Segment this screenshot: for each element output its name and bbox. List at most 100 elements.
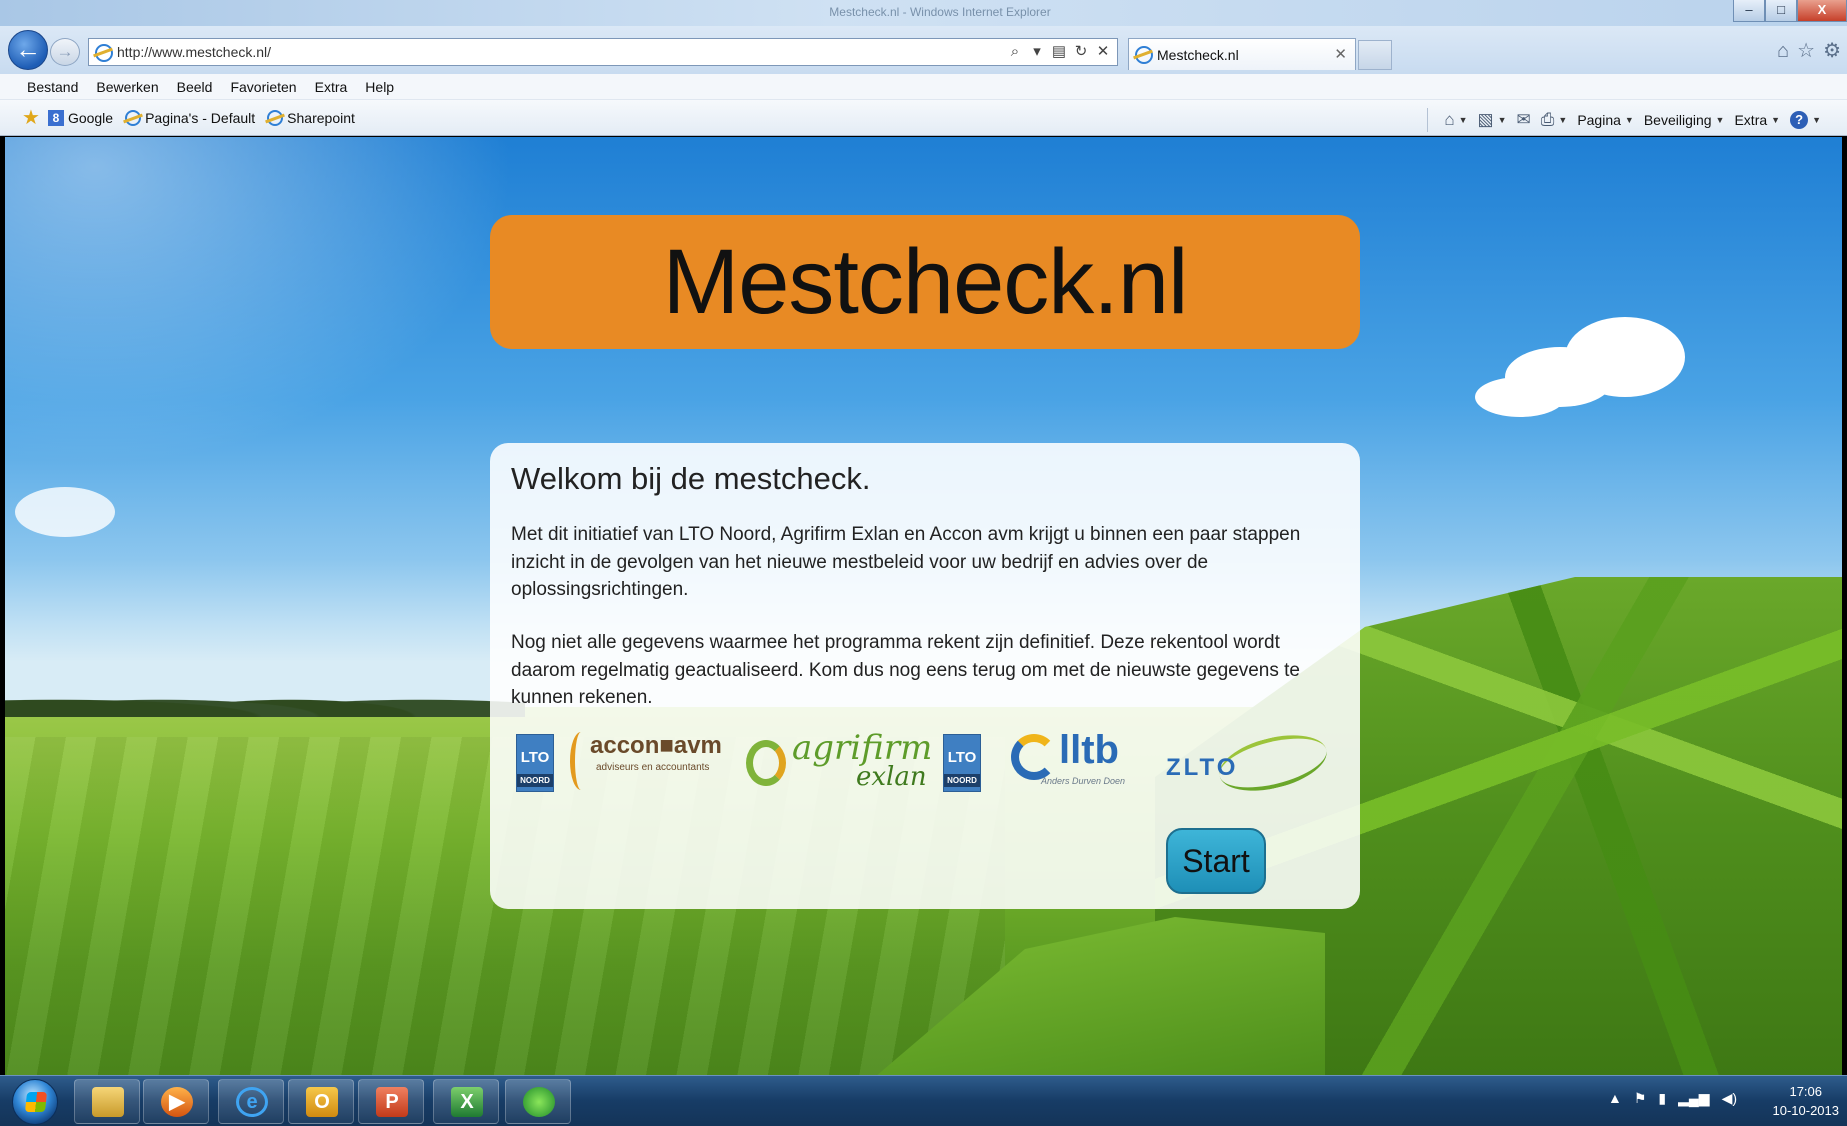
folder-icon: [92, 1087, 124, 1117]
system-tray: ▲ ⚑ ▮ ▂▄▆ ◀): [1608, 1090, 1737, 1107]
tab-label: Mestcheck.nl: [1157, 47, 1239, 63]
tab-mestcheck[interactable]: Mestcheck.nl ✕: [1128, 38, 1356, 70]
favorites-links: ★ 8 Google Pagina's - Default Sharepoint: [22, 108, 367, 128]
address-bar[interactable]: ⌕ ▾ ▤ ↻ ✕: [88, 38, 1118, 66]
search-dropdown-icon[interactable]: ▾: [1029, 42, 1045, 62]
welcome-heading: Welkom bij de mestcheck.: [511, 461, 871, 496]
page-viewport: Mestcheck.nl Welkom bij de mestcheck. Me…: [5, 137, 1842, 1075]
agrifirm-mark-icon: [746, 740, 786, 786]
menu-extra[interactable]: Extra: [306, 79, 357, 95]
forward-button[interactable]: →: [50, 38, 80, 66]
title-bar: Mestcheck.nl - Windows Internet Explorer…: [0, 0, 1847, 26]
chevron-down-icon[interactable]: ▼: [1812, 115, 1821, 125]
background-cloud: [1565, 317, 1685, 397]
divider: [1427, 108, 1429, 132]
favorite-sharepoint[interactable]: Sharepoint: [267, 110, 355, 126]
taskbar-excel[interactable]: X: [433, 1079, 499, 1124]
browser-toolbar-right: ⌂ ☆ ⚙: [1777, 40, 1841, 62]
page-menu[interactable]: Pagina: [1577, 112, 1621, 128]
accon-avm-logo: accon■avm adviseurs en accountants: [570, 730, 730, 794]
start-button[interactable]: Start: [1166, 828, 1266, 894]
help-icon[interactable]: ?: [1790, 111, 1809, 129]
ie-page-icon: [1135, 46, 1153, 64]
search-icon[interactable]: ⌕: [1007, 42, 1023, 62]
maximize-button[interactable]: □: [1765, 0, 1797, 22]
chevron-down-icon[interactable]: ▼: [1771, 115, 1780, 125]
back-arrow-icon: ←: [15, 34, 41, 64]
green-globe-icon: [523, 1087, 555, 1117]
menu-bar: Bestand Bewerken Beeld Favorieten Extra …: [0, 74, 1847, 100]
tab-close-icon[interactable]: ✕: [1334, 45, 1347, 63]
close-window-button[interactable]: X: [1797, 0, 1847, 22]
menu-favorieten[interactable]: Favorieten: [221, 79, 305, 95]
window-controls: – □ X: [1733, 0, 1847, 22]
lto-noord-logo: LTO NOORD: [516, 734, 554, 792]
taskbar-internet-explorer[interactable]: e: [218, 1079, 284, 1124]
refresh-icon[interactable]: ↻: [1073, 42, 1089, 62]
ie-page-icon: [95, 44, 113, 62]
lltb-mark-icon: [1011, 734, 1057, 780]
welcome-panel: Welkom bij de mestcheck. Met dit initiat…: [490, 443, 1360, 909]
mail-icon[interactable]: ✉: [1517, 110, 1531, 130]
show-hidden-icons-icon[interactable]: ▲: [1608, 1090, 1622, 1107]
home-icon[interactable]: ⌂: [1444, 110, 1454, 130]
powerpoint-icon: P: [376, 1087, 408, 1117]
compatibility-view-icon[interactable]: ▤: [1051, 42, 1067, 62]
chevron-down-icon[interactable]: ▼: [1716, 115, 1725, 125]
back-button[interactable]: ←: [8, 30, 48, 70]
taskbar-outlook[interactable]: O: [288, 1079, 354, 1124]
menu-bewerken[interactable]: Bewerken: [87, 79, 167, 95]
chevron-down-icon[interactable]: ▼: [1498, 115, 1507, 125]
internet-explorer-icon: e: [236, 1087, 268, 1117]
taskbar-clock[interactable]: 17:06 10-10-2013: [1773, 1082, 1840, 1120]
intro-paragraph: Met dit initiatief van LTO Noord, Agrifi…: [511, 524, 1301, 600]
gear-icon[interactable]: ⚙: [1823, 40, 1841, 62]
site-title: Mestcheck.nl: [662, 230, 1189, 333]
chevron-down-icon[interactable]: ▼: [1459, 115, 1468, 125]
favorite-paginas-default[interactable]: Pagina's - Default: [125, 110, 255, 126]
star-icon[interactable]: ☆: [1797, 40, 1815, 62]
taskbar-green-app[interactable]: [505, 1079, 571, 1124]
network-icon[interactable]: ▂▄▆: [1678, 1090, 1709, 1107]
home-icon[interactable]: ⌂: [1777, 40, 1789, 62]
favorite-google[interactable]: 8 Google: [47, 110, 113, 126]
taskbar-powerpoint[interactable]: P: [358, 1079, 424, 1124]
minimize-button[interactable]: –: [1733, 0, 1765, 22]
menu-bestand[interactable]: Bestand: [18, 79, 87, 95]
menu-beeld[interactable]: Beeld: [168, 79, 222, 95]
menu-help[interactable]: Help: [356, 79, 403, 95]
chevron-down-icon[interactable]: ▼: [1558, 115, 1567, 125]
site-header-banner: Mestcheck.nl: [490, 215, 1360, 349]
windows-start-button[interactable]: [12, 1079, 58, 1125]
agrifirm-exlan-logo: agrifirm exlan: [746, 728, 932, 794]
print-icon[interactable]: ⎙: [1541, 110, 1555, 130]
stop-icon[interactable]: ✕: [1095, 42, 1111, 62]
zlto-logo: ZLTO: [1166, 725, 1336, 801]
taskbar-explorer[interactable]: [74, 1079, 140, 1124]
window-title: Mestcheck.nl - Windows Internet Explorer: [829, 5, 1051, 19]
taskbar-media-player[interactable]: ▶: [143, 1079, 209, 1124]
address-input[interactable]: [117, 39, 1017, 65]
windows-taskbar: ▶ e O P X ▲ ⚑ ▮ ▂▄▆ ◀) 17:06 10-10-2013: [0, 1075, 1847, 1126]
clock-date: 10-10-2013: [1772, 1103, 1840, 1118]
favorite-label: Pagina's - Default: [145, 110, 256, 126]
outlook-icon: O: [306, 1087, 338, 1117]
action-center-flag-icon[interactable]: ⚑: [1634, 1090, 1647, 1107]
new-tab-button[interactable]: [1358, 40, 1392, 70]
clock-time: 17:06: [1789, 1084, 1823, 1099]
accon-swoosh-icon: [570, 732, 592, 790]
favorites-star-icon[interactable]: ★: [22, 108, 40, 128]
ie-page-icon: [125, 110, 142, 126]
lltb-logo: lltb Anders Durven Doen: [1011, 728, 1141, 794]
power-icon[interactable]: ▮: [1658, 1090, 1666, 1107]
feeds-icon[interactable]: ▧: [1478, 110, 1494, 130]
ie-page-icon: [267, 110, 284, 126]
windows-logo-icon: [24, 1092, 48, 1112]
excel-icon: X: [451, 1087, 483, 1117]
command-bar: ⌂ ▼ ▧ ▼ ✉ ⎙ ▼ Pagina ▼ Beveiliging ▼ Ext…: [1427, 108, 1821, 132]
volume-icon[interactable]: ◀): [1722, 1090, 1737, 1107]
safety-menu[interactable]: Beveiliging: [1644, 112, 1712, 128]
chevron-down-icon[interactable]: ▼: [1625, 115, 1634, 125]
tools-menu[interactable]: Extra: [1734, 112, 1767, 128]
background-trees: [5, 677, 525, 717]
